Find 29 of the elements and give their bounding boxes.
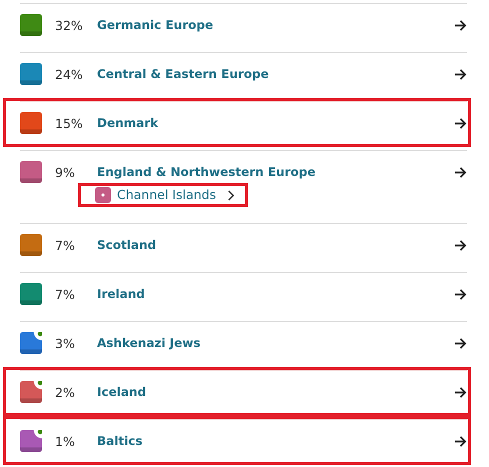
- percentage: 1%: [55, 434, 76, 448]
- arrow-right-icon[interactable]: [454, 68, 467, 81]
- arrow-right-icon[interactable]: [454, 117, 467, 130]
- region-link[interactable]: Ireland: [97, 287, 145, 301]
- region-link[interactable]: England & Northwestern Europe: [97, 165, 316, 179]
- chevron-right-icon: [226, 188, 235, 202]
- arrow-right-icon[interactable]: [454, 435, 467, 448]
- region-link[interactable]: Baltics: [97, 434, 142, 448]
- subregion-link[interactable]: Channel Islands: [95, 187, 235, 203]
- percentage: 7%: [55, 286, 76, 302]
- percentage: 15%: [55, 116, 84, 130]
- percentage: 3%: [55, 336, 76, 350]
- percentage: 24%: [55, 66, 84, 82]
- region-link[interactable]: Scotland: [97, 238, 156, 252]
- arrow-right-icon[interactable]: [454, 288, 467, 301]
- region-link[interactable]: Denmark: [97, 116, 158, 130]
- arrow-right-icon[interactable]: [454, 337, 467, 350]
- arrow-right-icon[interactable]: [454, 386, 467, 399]
- arrow-right-icon[interactable]: [454, 166, 467, 179]
- arrow-right-icon[interactable]: [454, 239, 467, 252]
- percentage: 7%: [55, 238, 76, 252]
- region-link[interactable]: Germanic Europe: [97, 18, 214, 32]
- percentage: 9%: [55, 164, 76, 180]
- arrow-right-icon[interactable]: [454, 19, 467, 32]
- region-link[interactable]: Ashkenazi Jews: [97, 336, 201, 350]
- percentage: 32%: [55, 18, 84, 32]
- region-link[interactable]: Central & Eastern Europe: [97, 67, 269, 81]
- percentage: 2%: [55, 384, 76, 400]
- region-link[interactable]: Iceland: [97, 385, 146, 399]
